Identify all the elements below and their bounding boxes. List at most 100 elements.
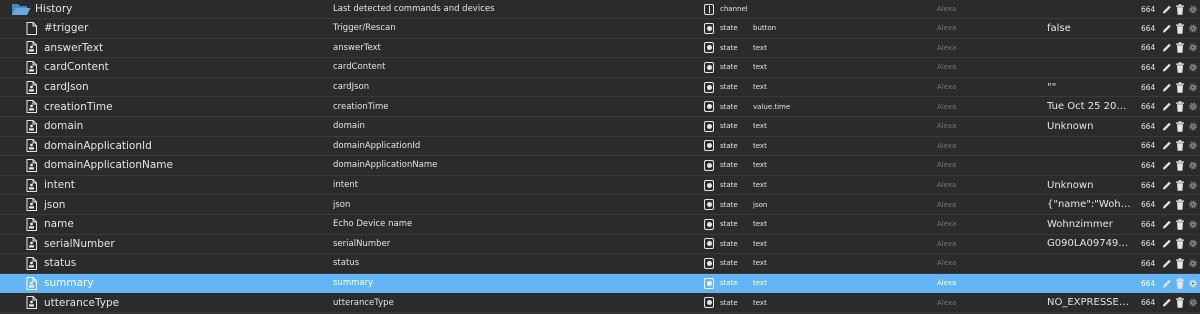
- object-id[interactable]: status: [44, 254, 324, 273]
- gear-icon[interactable]: [1188, 278, 1198, 289]
- object-id[interactable]: utteranceType: [44, 293, 324, 312]
- pencil-icon[interactable]: [1162, 258, 1172, 269]
- gear-icon[interactable]: [1188, 4, 1198, 15]
- object-id[interactable]: answerText: [44, 39, 324, 58]
- pencil-icon[interactable]: [1162, 297, 1172, 308]
- trash-icon[interactable]: [1175, 62, 1185, 73]
- object-value[interactable]: NO_EXPRESSED_I...: [1047, 293, 1131, 312]
- trash-icon[interactable]: [1175, 160, 1185, 171]
- object-id[interactable]: json: [44, 195, 324, 214]
- pencil-icon[interactable]: [1162, 160, 1172, 171]
- pencil-icon[interactable]: [1162, 199, 1172, 210]
- state-row-domainapplicationid[interactable]: domainApplicationId domainApplicationId st…: [0, 137, 1200, 157]
- object-value[interactable]: Tue Oct 25 2022 ...: [1047, 97, 1131, 116]
- object-value[interactable]: false: [1047, 19, 1131, 38]
- object-value[interactable]: [1047, 254, 1131, 273]
- pencil-icon[interactable]: [1162, 121, 1172, 132]
- state-row-trigger[interactable]: #trigger Trigger/Rescan state button Alexa fa…: [0, 19, 1200, 39]
- gear-icon[interactable]: [1188, 121, 1198, 132]
- state-row-creationtime[interactable]: creationTime creationTime state value.time A…: [0, 97, 1200, 117]
- trash-icon[interactable]: [1175, 42, 1185, 54]
- object-id[interactable]: History: [35, 0, 315, 18]
- pencil-icon[interactable]: [1162, 62, 1172, 73]
- gear-icon[interactable]: [1188, 101, 1198, 112]
- gear-icon[interactable]: [1188, 180, 1198, 191]
- object-value[interactable]: G090LA09749400...: [1047, 235, 1131, 254]
- object-id[interactable]: domainApplicationName: [44, 156, 324, 175]
- state-row-answertext[interactable]: answerText answerText state text Alexa 664: [0, 39, 1200, 59]
- trash-icon[interactable]: [1175, 238, 1185, 250]
- gear-icon[interactable]: [1188, 219, 1198, 230]
- object-id[interactable]: name: [44, 215, 324, 234]
- pencil-icon[interactable]: [1162, 23, 1172, 34]
- object-acl-label: 664: [1141, 219, 1156, 229]
- pencil-icon[interactable]: [1162, 4, 1172, 15]
- trash-icon[interactable]: [1175, 179, 1185, 191]
- trash-icon[interactable]: [1175, 219, 1185, 230]
- state-row-summary[interactable]: summary summary state text Alexa 664: [0, 273, 1200, 294]
- pencil-icon[interactable]: [1162, 82, 1172, 93]
- channel-row-history[interactable]: History Last detected commands and device…: [0, 0, 1200, 19]
- object-id[interactable]: cardContent: [44, 58, 324, 77]
- object-value[interactable]: [1047, 137, 1131, 156]
- state-row-cardcontent[interactable]: cardContent cardContent state text Alexa 664: [0, 58, 1200, 78]
- object-id[interactable]: domainApplicationId: [44, 137, 324, 156]
- pencil-icon[interactable]: [1162, 278, 1172, 289]
- state-row-cardjson[interactable]: cardJson cardJson state text Alexa "" 664: [0, 78, 1200, 98]
- pencil-icon[interactable]: [1162, 219, 1172, 230]
- object-id[interactable]: cardJson: [44, 78, 324, 97]
- object-value[interactable]: Wohnzimmer: [1047, 215, 1131, 234]
- trash-icon[interactable]: [1175, 101, 1185, 112]
- pencil-icon[interactable]: [1162, 42, 1172, 53]
- trash-icon[interactable]: [1175, 3, 1185, 15]
- state-row-utterancetype[interactable]: utteranceType utteranceType state text Alexa…: [0, 293, 1200, 313]
- pencil-icon[interactable]: [1162, 101, 1172, 112]
- trash-icon[interactable]: [1175, 297, 1185, 308]
- object-id[interactable]: creationTime: [44, 97, 324, 116]
- object-value[interactable]: Unknown: [1047, 117, 1131, 136]
- state-row-serialnumber[interactable]: serialNumber serialNumber state text Alexa G0…: [0, 235, 1200, 255]
- state-row-name[interactable]: name Echo Device name state text Alexa Wohnzi…: [0, 215, 1200, 235]
- object-value[interactable]: "": [1047, 78, 1131, 97]
- gear-icon[interactable]: [1188, 42, 1198, 53]
- gear-icon[interactable]: [1188, 297, 1198, 308]
- state-row-domainapplicationname[interactable]: domainApplicationName domainApplicationNa…: [0, 156, 1200, 176]
- object-type: state: [720, 195, 752, 214]
- trash-icon[interactable]: [1175, 277, 1185, 289]
- gear-icon[interactable]: [1188, 140, 1198, 151]
- object-value[interactable]: Unknown: [1047, 176, 1131, 195]
- object-value[interactable]: [1047, 39, 1131, 58]
- gear-icon[interactable]: [1188, 199, 1198, 210]
- object-id[interactable]: domain: [44, 117, 324, 136]
- object-value[interactable]: {"name":"Wohnzi...: [1047, 195, 1131, 214]
- object-role: text: [753, 156, 933, 175]
- gear-icon[interactable]: [1188, 160, 1198, 171]
- trash-icon[interactable]: [1175, 258, 1185, 269]
- object-id[interactable]: intent: [44, 176, 324, 195]
- gear-icon[interactable]: [1188, 82, 1198, 93]
- trash-icon[interactable]: [1175, 81, 1185, 93]
- state-row-status[interactable]: status status state text Alexa 664: [0, 254, 1200, 274]
- object-id[interactable]: summary: [44, 274, 324, 293]
- trash-icon[interactable]: [1175, 140, 1185, 152]
- trash-icon[interactable]: [1175, 199, 1185, 210]
- trash-icon[interactable]: [1175, 121, 1185, 132]
- state-row-json[interactable]: json json state json Alexa {"name":"Wohnzi...…: [0, 195, 1200, 215]
- gear-icon[interactable]: [1188, 62, 1198, 73]
- pencil-icon[interactable]: [1162, 180, 1172, 191]
- object-value[interactable]: [1047, 58, 1131, 77]
- object-id[interactable]: #trigger: [44, 19, 324, 38]
- file-data-icon: [26, 195, 42, 214]
- pencil-icon[interactable]: [1162, 140, 1172, 151]
- object-value[interactable]: [1047, 156, 1131, 175]
- gear-icon[interactable]: [1188, 258, 1198, 269]
- gear-icon[interactable]: [1188, 238, 1198, 249]
- object-value[interactable]: [1047, 274, 1131, 293]
- state-row-intent[interactable]: intent intent state text Alexa Unknown 664: [0, 176, 1200, 196]
- object-id[interactable]: serialNumber: [44, 235, 324, 254]
- pencil-icon[interactable]: [1162, 238, 1172, 249]
- object-value[interactable]: [1047, 0, 1131, 18]
- gear-icon[interactable]: [1188, 23, 1198, 34]
- trash-icon[interactable]: [1175, 23, 1185, 34]
- state-row-domain[interactable]: domain domain state text Alexa Unknown 664: [0, 117, 1200, 137]
